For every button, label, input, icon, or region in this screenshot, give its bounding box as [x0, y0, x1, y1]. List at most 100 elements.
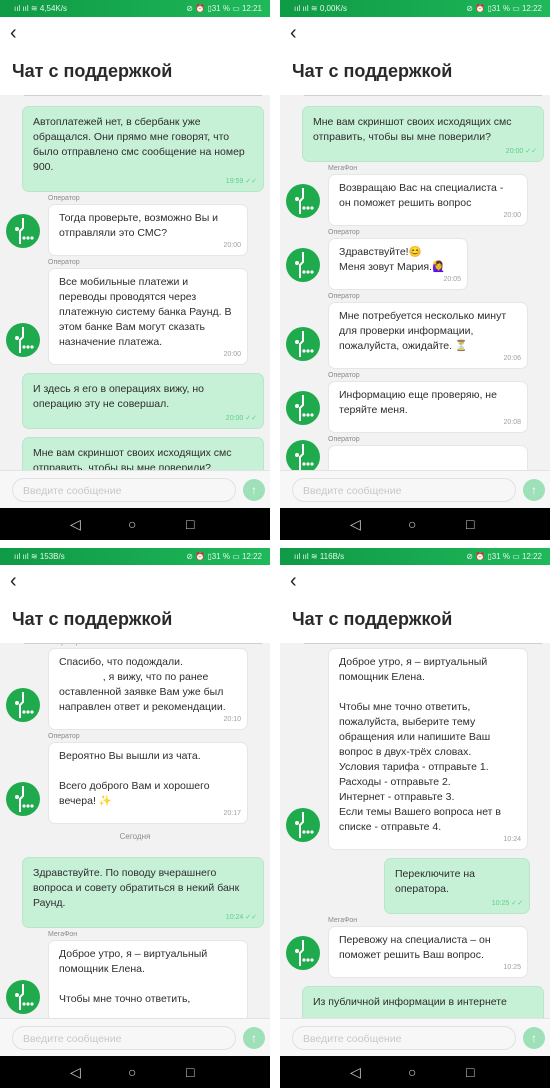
system-nav-bar: ◁ ○ □ [280, 1056, 550, 1088]
header: ‹ Чат с поддержкой [0, 17, 270, 95]
incoming-message: ОператорСпасибо, что подождали. , я вижу… [0, 644, 270, 730]
incoming-message: МегаФонДоброе утро, я – виртуальный помо… [0, 930, 270, 1018]
status-bar: ııl ııl ≋ 0,00K/s ⊘ ⏰ ▯31 % ▭ 12:22 [280, 0, 550, 17]
message-list[interactable]: Мне вам скриншот своих исходящих смс отп… [280, 96, 550, 470]
back-nav-icon[interactable]: ◁ [70, 1064, 81, 1080]
header: ‹ Чат с поддержкой [280, 17, 550, 95]
message-bubble[interactable]: Тогда проверьте, возможно Вы и отправлял… [48, 204, 248, 256]
message-text: Вероятно Вы вышли из чата. Всего доброго… [59, 750, 210, 807]
status-right: ⊘ ⏰ ▯31 % ▭ 12:21 [186, 4, 262, 13]
chevron-left-icon[interactable]: ‹ [290, 23, 297, 43]
message-bubble[interactable]: И здесь я его в операциях вижу, но опера… [22, 373, 264, 429]
system-nav-bar: ◁ ○ □ [0, 1056, 270, 1088]
chat-screen-1: ııl ııl ≋ 4,54K/s ⊘ ⏰ ▯31 % ▭ 12:21 ‹ Ча… [0, 0, 270, 540]
message-bubble[interactable]: Мне вам скриншот своих исходящих смс отп… [302, 106, 544, 162]
message-bubble[interactable]: Информацию еще проверяю, не теряйте меня… [328, 381, 528, 433]
send-button[interactable]: ↑ [243, 1027, 265, 1049]
sender-name: Оператор [328, 293, 360, 300]
sender-name: Оператор [328, 372, 360, 379]
message-bubble[interactable]: Спасибо, что подождали. , я вижу, что по… [48, 648, 248, 730]
message-text: Автоплатежей нет, в сбербанк уже обращал… [33, 116, 248, 173]
incoming-message: Оператор Мне потребуется несколько минут … [280, 292, 550, 369]
message-input[interactable]: Введите сообщение [12, 478, 236, 502]
chevron-left-icon[interactable]: ‹ [10, 571, 17, 591]
message-input[interactable]: Введите сообщение [292, 478, 516, 502]
send-button[interactable]: ↑ [243, 479, 265, 501]
composer: Введите сообщение ↑ [280, 1018, 550, 1057]
chat-screen-4: ııl ııl ≋ 116B/s ⊘ ⏰ ▯31 % ▭ 12:22 ‹ Чат… [280, 548, 550, 1088]
message-bubble[interactable]: Мне вам скриншот своих исходящих смс отп… [22, 437, 264, 470]
date-separator: Сегодня [119, 832, 151, 841]
megafon-logo-avatar [286, 440, 320, 470]
message-time: 20:10 [223, 716, 241, 723]
home-nav-icon[interactable]: ○ [128, 516, 136, 532]
home-nav-icon[interactable]: ○ [408, 516, 416, 532]
message-bubble[interactable]: Вероятно Вы вышли из чата. Всего доброго… [48, 742, 248, 824]
incoming-message: МегаФон Возвращаю Вас на специалиста - он… [280, 164, 550, 226]
incoming-message: МегаФонДоброе утро, я – виртуальный помо… [280, 644, 550, 850]
chevron-left-icon[interactable]: ‹ [290, 571, 297, 591]
message-bubble[interactable]: Из публичной информации в интернете [302, 986, 544, 1018]
status-left: ııl ııl ≋ 0,00K/s [294, 4, 347, 13]
back-nav-icon[interactable]: ◁ [350, 516, 361, 532]
message-time: 20:00 [503, 212, 521, 219]
message-time: 10:24 [503, 836, 521, 843]
header: ‹ Чат с поддержкой [0, 565, 270, 643]
incoming-message: Оператор Все мобильные платежи и переводы… [0, 258, 270, 365]
message-text [339, 452, 517, 467]
message-bubble[interactable] [328, 445, 528, 470]
message-list[interactable]: Оператор Спасибо, что подождали. , я вижу… [0, 644, 270, 1018]
message-bubble[interactable]: Переключите на оператора. 10:25 ✓✓ [384, 858, 530, 914]
send-button[interactable]: ↑ [523, 479, 545, 501]
message-bubble[interactable]: Здравствуйте. По поводу вчерашнего вопро… [22, 857, 264, 928]
message-bubble[interactable]: Доброе утро, я – виртуальный помощник Ел… [328, 648, 528, 850]
message-text: И здесь я его в операциях вижу, но опера… [33, 383, 207, 410]
message-bubble[interactable]: Автоплатежей нет, в сбербанк уже обращал… [22, 106, 264, 192]
chat-screen-3: ııl ııl ≋ 153B/s ⊘ ⏰ ▯31 % ▭ 12:22 ‹ Чат… [0, 548, 270, 1088]
divider [304, 95, 542, 96]
message-text: Информацию еще проверяю, не теряйте меня… [339, 389, 500, 416]
incoming-message: Оператор [280, 435, 550, 470]
megafon-logo-avatar [6, 214, 40, 248]
chevron-left-icon[interactable]: ‹ [10, 23, 17, 43]
incoming-message: МегаФон Перевожу на специалиста – он помо… [280, 916, 550, 978]
back-nav-icon[interactable]: ◁ [70, 516, 81, 532]
message-time: 20:00 ✓✓ [225, 415, 257, 422]
outgoing-message: Мне вам скриншот своих исходящих смс отп… [0, 437, 270, 470]
message-text: Возвращаю Вас на специалиста - он поможе… [339, 182, 507, 209]
message-bubble[interactable]: Все мобильные платежи и переводы проводя… [48, 268, 248, 365]
message-list[interactable]: МегаФон Доброе утро, я – виртуальный помо… [280, 644, 550, 1018]
message-bubble[interactable]: Мне потребуется несколько минут для пров… [328, 302, 528, 369]
message-input[interactable]: Введите сообщение [12, 1026, 236, 1050]
message-bubble[interactable]: Возвращаю Вас на специалиста - он поможе… [328, 174, 528, 226]
home-nav-icon[interactable]: ○ [408, 1064, 416, 1080]
recents-nav-icon[interactable]: □ [186, 516, 194, 532]
message-bubble[interactable]: Доброе утро, я – виртуальный помощник Ел… [48, 940, 248, 1018]
message-list[interactable]: Автоплатежей нет, в сбербанк уже обращал… [0, 96, 270, 470]
incoming-message: Оператор Вероятно Вы вышли из чата. Всего… [0, 732, 270, 824]
message-bubble[interactable]: Перевожу на специалиста – он поможет реш… [328, 926, 528, 978]
page-title: Чат с поддержкой [292, 61, 453, 81]
arrow-up-icon: ↑ [251, 483, 257, 497]
back-nav-icon[interactable]: ◁ [350, 1064, 361, 1080]
send-button[interactable]: ↑ [523, 1027, 545, 1049]
sender-name: МегаФон [328, 917, 358, 924]
home-nav-icon[interactable]: ○ [128, 1064, 136, 1080]
recents-nav-icon[interactable]: □ [466, 516, 474, 532]
message-text: Мне вам скриншот своих исходящих смс отп… [33, 447, 235, 470]
message-time: 20:00 [223, 242, 241, 249]
sender-name: Оператор [48, 195, 80, 202]
message-bubble[interactable]: Здравствуйте!😊 Меня зовут Мария.🙋‍♀️ 20:0… [328, 238, 468, 290]
divider [24, 95, 262, 96]
megafon-logo-avatar [286, 936, 320, 970]
sender-name: Оператор [48, 733, 80, 740]
arrow-up-icon: ↑ [251, 1031, 257, 1045]
status-bar: ııl ııl ≋ 4,54K/s ⊘ ⏰ ▯31 % ▭ 12:21 [0, 0, 270, 17]
arrow-up-icon: ↑ [531, 483, 537, 497]
message-text: Переключите на оператора. [395, 868, 478, 895]
system-nav-bar: ◁ ○ □ [280, 508, 550, 540]
recents-nav-icon[interactable]: □ [186, 1064, 194, 1080]
recents-nav-icon[interactable]: □ [466, 1064, 474, 1080]
sender-name: Оператор [328, 436, 360, 443]
message-input[interactable]: Введите сообщение [292, 1026, 516, 1050]
